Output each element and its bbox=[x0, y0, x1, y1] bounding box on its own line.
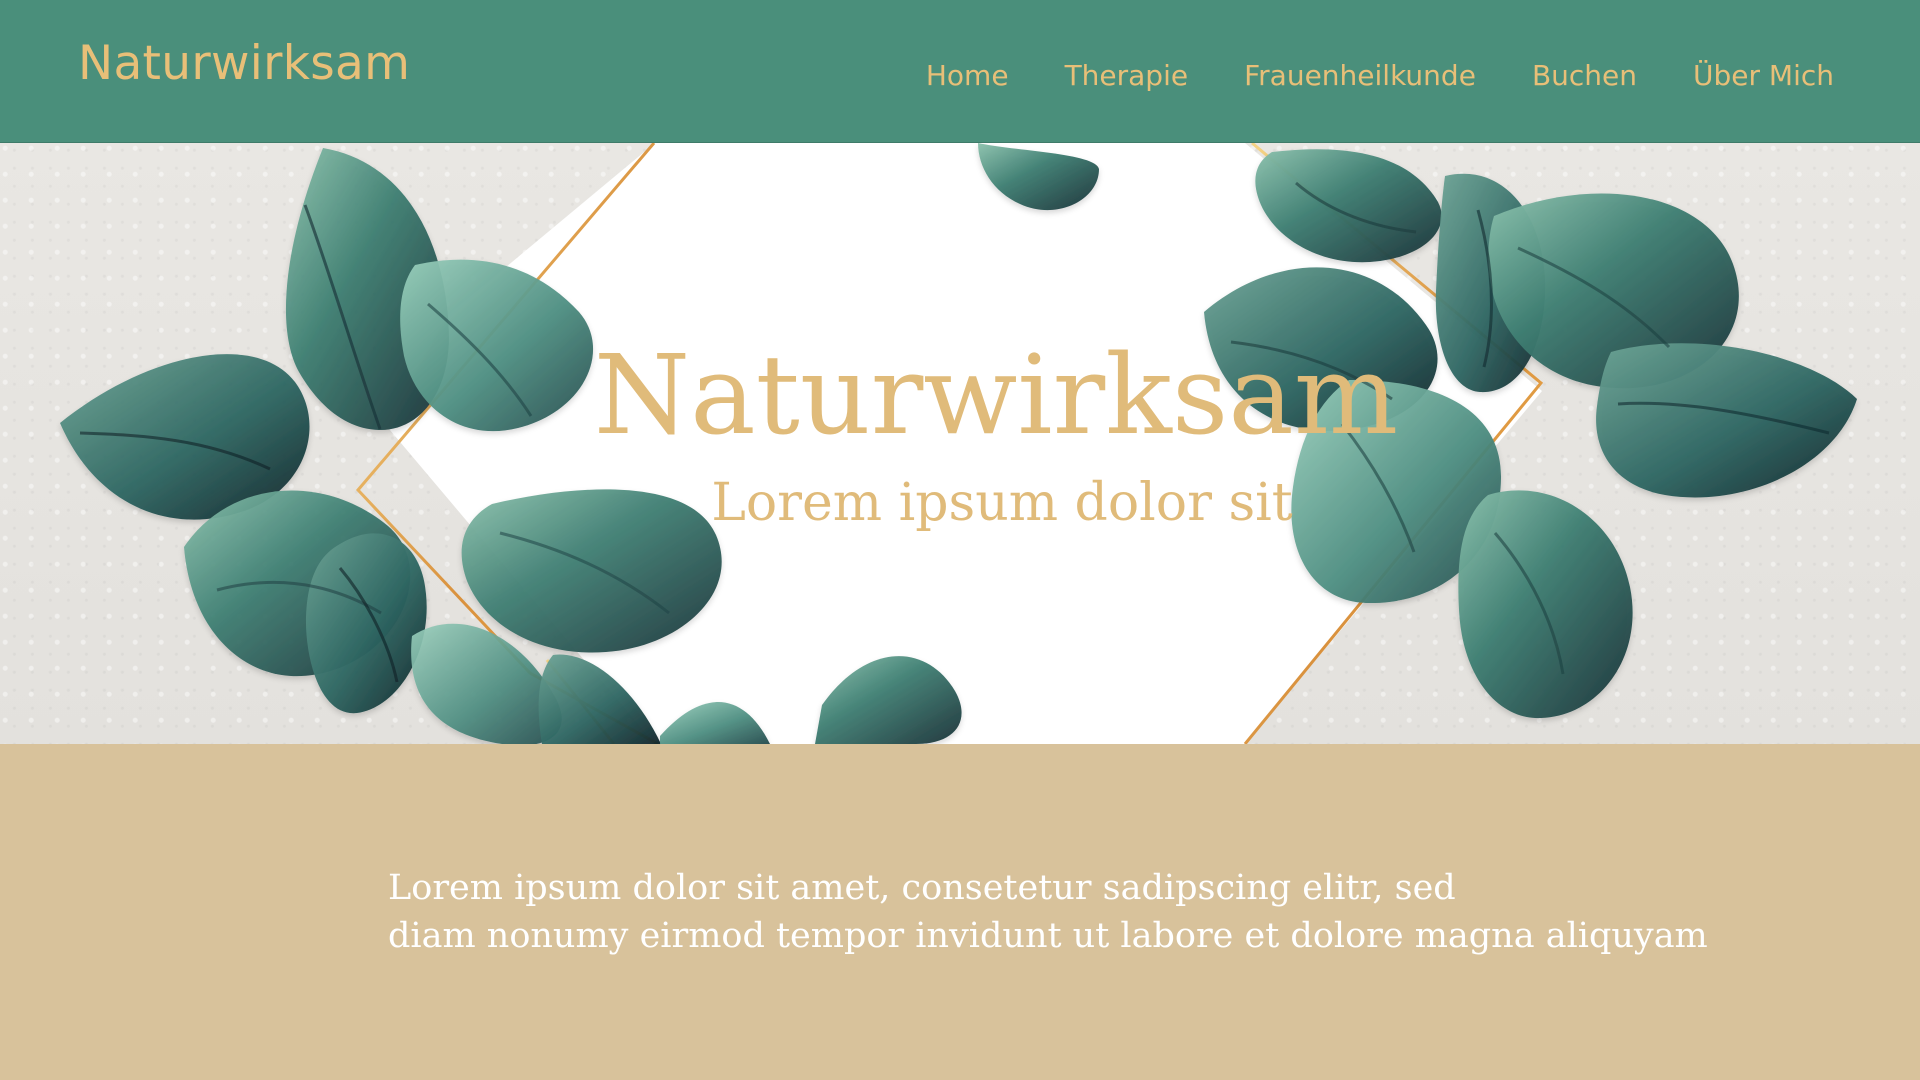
brand-logo-link[interactable]: Naturwirksam bbox=[78, 36, 410, 91]
main-navigation: Home Therapie Frauenheilkunde Buchen Übe… bbox=[898, 59, 1862, 92]
watercolor-leaf-icon bbox=[305, 533, 427, 714]
page: Naturwirksam Home Therapie Frauenheilkun… bbox=[0, 0, 1920, 1080]
nav-frauenheilkunde-link[interactable]: Frauenheilkunde bbox=[1216, 59, 1504, 92]
hero-subtitle: Lorem ipsum dolor sit bbox=[711, 473, 1293, 533]
intro-section: Lorem ipsum dolor sit amet, consetetur s… bbox=[0, 744, 1920, 1080]
hero-banner: Naturwirksam Lorem ipsum dolor sit bbox=[0, 143, 1920, 745]
hero-title: Naturwirksam bbox=[593, 331, 1399, 459]
intro-text: Lorem ipsum dolor sit amet, consetetur s… bbox=[388, 864, 1708, 960]
nav-buchen-link[interactable]: Buchen bbox=[1504, 59, 1665, 92]
intro-text-line-1: Lorem ipsum dolor sit amet, consetetur s… bbox=[388, 868, 1456, 908]
nav-home-link[interactable]: Home bbox=[898, 59, 1037, 92]
nav-ueber-mich-link[interactable]: Über Mich bbox=[1665, 59, 1862, 92]
nav-therapie-link[interactable]: Therapie bbox=[1037, 59, 1217, 92]
intro-text-line-2: diam nonumy eirmod tempor invidunt ut la… bbox=[388, 916, 1708, 956]
site-header: Naturwirksam Home Therapie Frauenheilkun… bbox=[0, 0, 1920, 143]
